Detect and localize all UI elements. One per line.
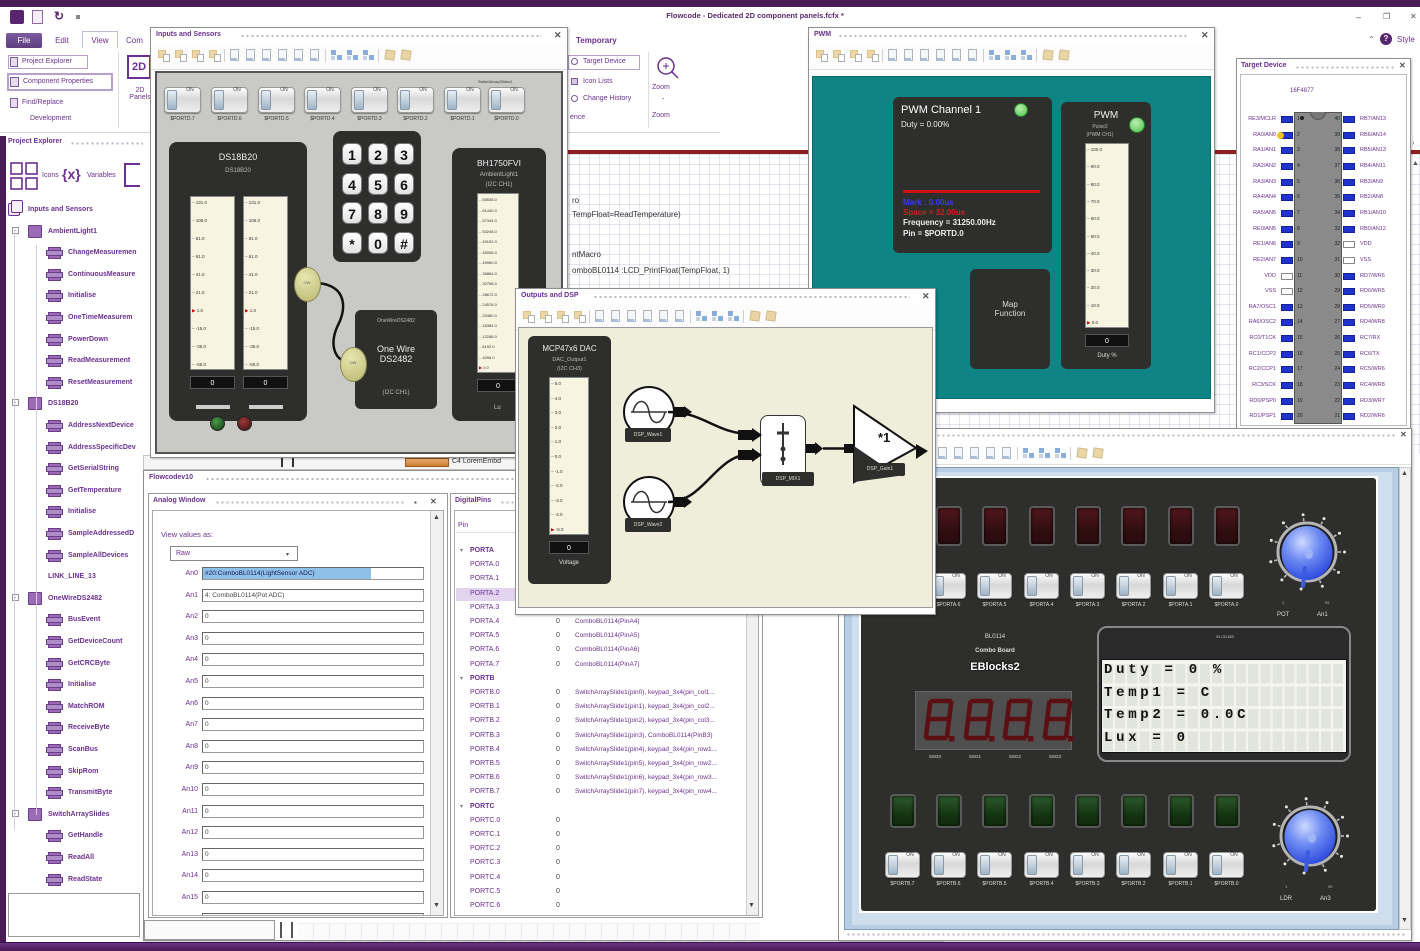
svg-text:*1: *1 <box>878 430 890 445</box>
